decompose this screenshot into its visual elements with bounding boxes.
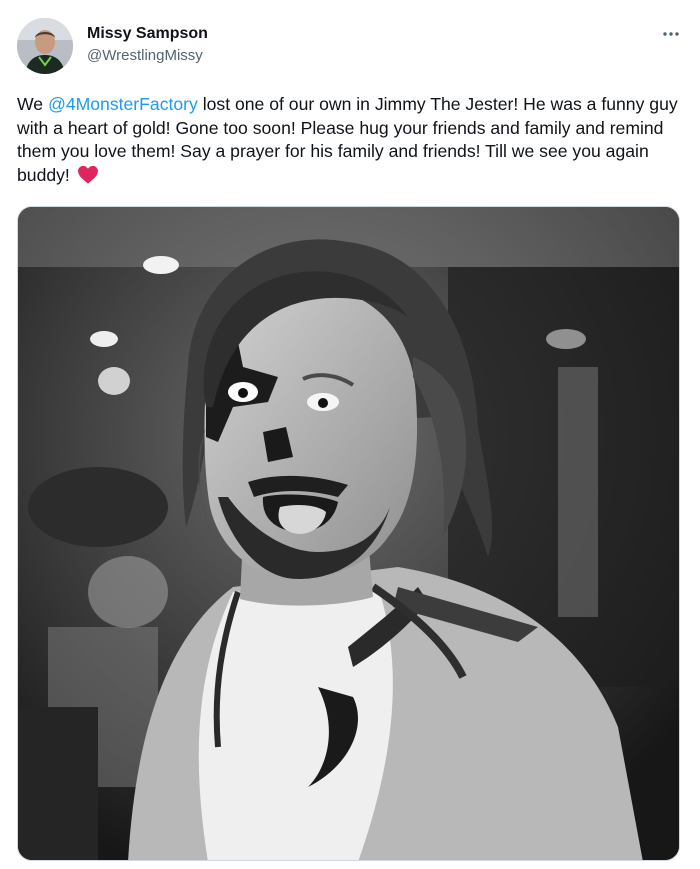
more-options-button[interactable] [656,22,686,46]
tweet-card: Missy Sampson @WrestlingMissy We @4Monst… [0,0,700,869]
user-handle[interactable]: @WrestlingMissy [87,46,208,66]
red-heart-icon [77,166,98,184]
tweet-photo[interactable] [17,206,680,861]
tweet-text: We @4MonsterFactory lost one of our own … [17,93,681,188]
author-info: Missy Sampson @WrestlingMissy [87,24,208,66]
more-horizontal-icon [663,32,679,36]
mention-link[interactable]: @4MonsterFactory [48,94,198,114]
avatar[interactable] [17,18,73,74]
tweet-text-part: We [17,94,48,114]
display-name[interactable]: Missy Sampson [87,24,208,44]
